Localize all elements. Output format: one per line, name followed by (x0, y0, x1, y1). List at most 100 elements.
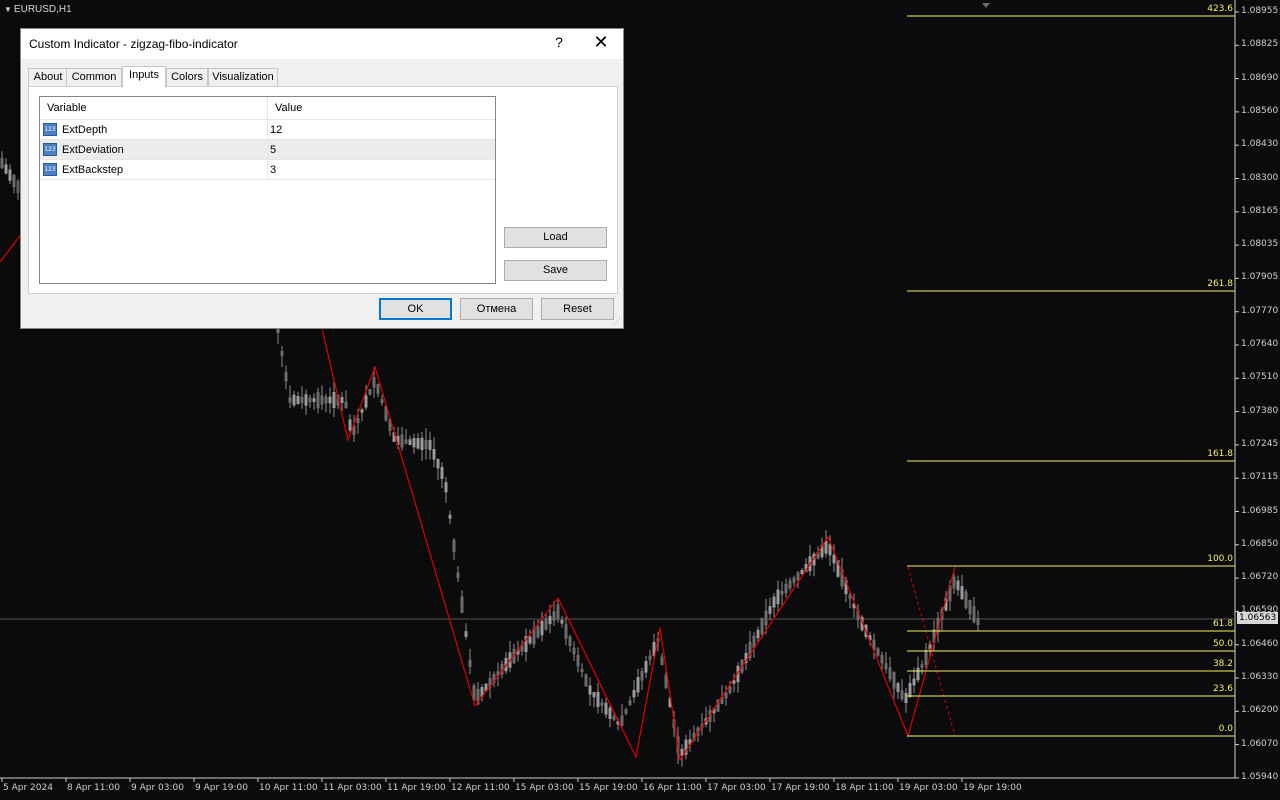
cell-divider (267, 140, 268, 160)
dropdown-triangle-icon[interactable]: ▼ (4, 5, 12, 14)
price-tick-label: 1.07245 (1241, 438, 1279, 449)
help-button[interactable]: ? (552, 34, 566, 50)
candle-body (316, 391, 320, 409)
candle-body (412, 438, 416, 448)
candle-body (348, 419, 352, 431)
tab-inputs[interactable]: Inputs (122, 66, 166, 88)
candle-body (360, 409, 364, 413)
ok-button[interactable]: OK (379, 298, 452, 320)
column-header-value[interactable]: Value (268, 97, 495, 119)
variable-value[interactable]: 3 (270, 160, 276, 180)
candle-body (368, 389, 372, 395)
table-row[interactable]: 123 ExtDeviation 5 (40, 140, 495, 160)
candle-body (536, 626, 540, 638)
cancel-button[interactable]: Отмена (460, 298, 533, 320)
save-button[interactable]: Save (504, 260, 607, 281)
price-tick-label: 1.07115 (1241, 472, 1279, 483)
candle-body (380, 399, 384, 403)
candle-body (784, 583, 788, 594)
candle-body (920, 664, 924, 668)
table-row[interactable]: 123 ExtBackstep 3 (40, 160, 495, 180)
fib-level-label: 23.6 (1212, 684, 1233, 694)
candle-body (900, 690, 904, 700)
price-tick-label: 1.08955 (1241, 6, 1279, 16)
candle-body (952, 576, 956, 589)
candle-body (776, 589, 780, 605)
date-tick-label: 8 Apr 11:00 (67, 783, 120, 793)
dialog-titlebar[interactable]: Custom Indicator - zigzag-fibo-indicator… (21, 29, 623, 59)
candle-body (608, 707, 612, 719)
close-icon[interactable]: ✕ (591, 32, 611, 53)
candle-body (364, 395, 368, 408)
candle-body (796, 572, 800, 581)
candle-body (560, 619, 564, 624)
fib-level-label: 261.8 (1207, 279, 1233, 289)
date-tick-label: 19 Apr 19:00 (963, 783, 1022, 793)
price-tick-label: 1.08690 (1241, 72, 1279, 83)
candle-body (528, 636, 532, 644)
candle-body (440, 466, 444, 479)
date-tick-label: 12 Apr 11:00 (451, 783, 510, 793)
candle-body (628, 700, 632, 705)
tab-about[interactable]: About (28, 68, 68, 86)
price-tick-label: 1.06330 (1241, 672, 1279, 682)
candle-body (916, 667, 920, 681)
candle-body (280, 351, 284, 356)
variable-value[interactable]: 5 (270, 140, 276, 160)
date-tick-label: 18 Apr 11:00 (835, 783, 894, 793)
tab-colors[interactable]: Colors (166, 68, 208, 86)
date-tick-label: 5 Apr 2024 (3, 783, 53, 793)
resize-grip-icon[interactable]: ⋰ (613, 317, 621, 326)
candle-body (880, 654, 884, 664)
candle-body (468, 659, 472, 667)
candle-body (424, 439, 428, 450)
price-tick-label: 1.08430 (1241, 139, 1279, 150)
cell-divider (267, 160, 268, 180)
candle-body (648, 655, 652, 661)
column-header-variable[interactable]: Variable (40, 97, 268, 119)
candle-body (568, 636, 572, 646)
price-tick-label: 1.08165 (1241, 205, 1279, 216)
candle-body (432, 449, 436, 460)
candle-body (320, 395, 324, 405)
inputs-panel: Variable Value 123 ExtDepth 12 123 ExtDe… (28, 86, 618, 294)
candle-body (552, 611, 556, 621)
param-123-icon: 123 (43, 123, 57, 136)
load-button[interactable]: Load (504, 227, 607, 248)
candle-body (312, 398, 316, 402)
date-tick-label: 19 Apr 03:00 (899, 783, 958, 793)
candle-body (464, 631, 468, 637)
fib-level-label: 61.8 (1212, 619, 1233, 629)
candle-body (636, 677, 640, 693)
candle-body (760, 617, 764, 635)
inputs-table: Variable Value 123 ExtDepth 12 123 ExtDe… (39, 96, 496, 284)
variable-value[interactable]: 12 (270, 120, 282, 140)
reset-button[interactable]: Reset (541, 298, 614, 320)
table-row[interactable]: 123 ExtDepth 12 (40, 120, 495, 140)
fib-level-label: 161.8 (1207, 449, 1233, 459)
candle-body (308, 397, 312, 403)
candle-body (284, 372, 288, 382)
candle-body (572, 647, 576, 655)
candle-body (644, 661, 648, 673)
tab-visualization[interactable]: Visualization (208, 68, 278, 86)
candle-body (376, 384, 380, 394)
candle-body (884, 663, 888, 670)
chart-symbol-title: ▼ EURUSD,H1 (4, 4, 72, 15)
price-tick-label: 1.08035 (1241, 239, 1279, 250)
candle-body (580, 669, 584, 672)
fib-level-label: 50.0 (1212, 639, 1233, 649)
candle-body (592, 692, 596, 698)
tab-common[interactable]: Common (66, 68, 122, 86)
candle-body (772, 596, 776, 608)
candle-body (288, 397, 292, 403)
candle-body (556, 604, 560, 620)
price-tick-label: 1.06985 (1241, 505, 1279, 516)
candle-body (444, 482, 448, 493)
fib-level-label: 38.2 (1212, 659, 1233, 669)
fib-level-label: 0.0 (1218, 724, 1233, 734)
candle-body (12, 174, 16, 188)
date-tick-label: 17 Apr 19:00 (771, 783, 830, 793)
price-tick-label: 1.07380 (1241, 405, 1279, 416)
candle-body (416, 438, 420, 449)
